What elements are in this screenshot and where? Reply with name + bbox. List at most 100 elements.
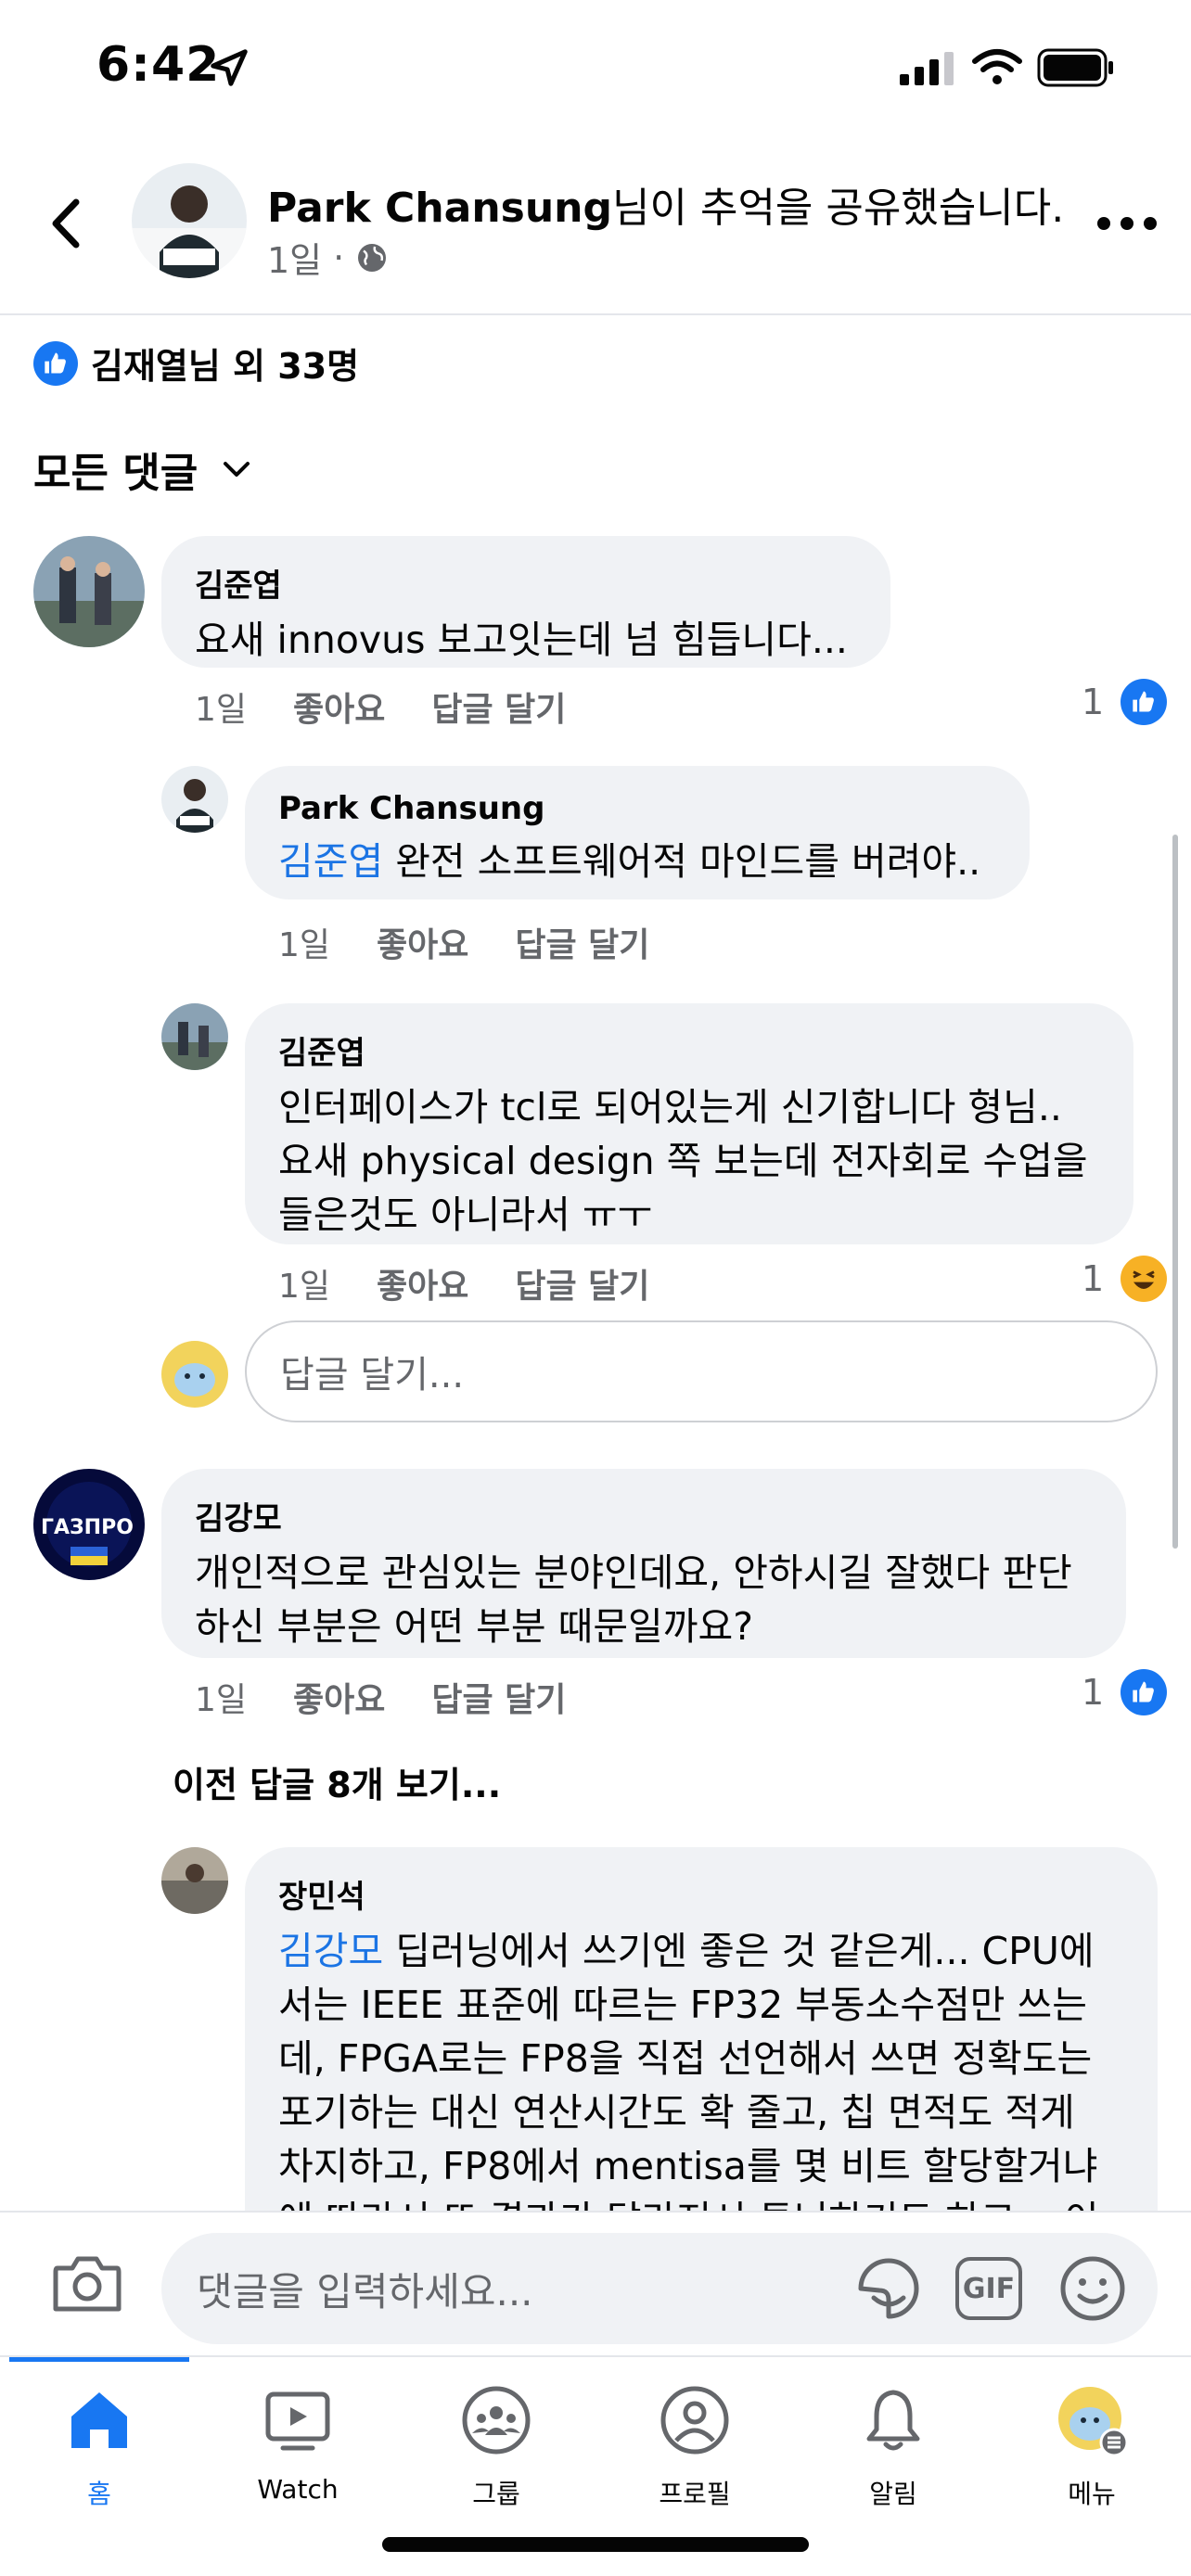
reply-time: 1일 bbox=[278, 926, 331, 964]
wifi-icon bbox=[972, 49, 1022, 84]
tab-label: 홈 bbox=[87, 2479, 111, 2509]
reaction-count-number: 1 bbox=[1082, 1672, 1105, 1713]
sort-label: 모든 댓글 bbox=[33, 450, 198, 497]
my-avatar bbox=[161, 1341, 228, 1408]
tab-notifications[interactable]: 알림 bbox=[794, 2383, 992, 2511]
reply-button[interactable]: 답글 달기 bbox=[515, 918, 649, 966]
replier-avatar[interactable] bbox=[161, 1003, 228, 1070]
reply-input[interactable]: 답글 달기... bbox=[245, 1320, 1158, 1422]
emoji-icon[interactable] bbox=[1057, 2253, 1128, 2324]
status-time: 6:42 bbox=[96, 37, 221, 93]
back-chevron-icon[interactable] bbox=[43, 191, 89, 256]
cellular-signal-icon bbox=[900, 52, 954, 85]
reply-text-body: 딥러닝에서 쓰기엔 좋은 것 같은게... CPU에 bbox=[383, 1929, 1095, 1973]
author-avatar[interactable] bbox=[132, 163, 247, 278]
reply-button[interactable]: 답글 달기 bbox=[515, 1259, 649, 1307]
replier-avatar[interactable] bbox=[161, 766, 228, 833]
reaction-count[interactable]: 1 bbox=[1082, 1256, 1168, 1302]
mention-link[interactable]: 김강모 bbox=[278, 1929, 383, 1973]
like-button[interactable]: 좋아요 bbox=[293, 1673, 385, 1721]
gif-icon[interactable]: GIF bbox=[955, 2257, 1022, 2320]
reply-text-line: 요새 physical design 쪽 보는데 전자회로 수업을 bbox=[278, 1139, 1088, 1183]
reply-text-line: 김강모 딥러닝에서 쓰기엔 좋은 것 같은게... CPU에 bbox=[278, 1924, 1124, 1978]
reactions-summary[interactable]: 김재열님 외 33명 bbox=[33, 338, 359, 389]
watch-icon bbox=[265, 2391, 330, 2451]
comment-actions: 1일 좋아요 답글 달기 bbox=[195, 1673, 612, 1721]
tab-groups[interactable]: 그룹 bbox=[397, 2383, 596, 2511]
sticker-icon[interactable] bbox=[853, 2253, 924, 2324]
reaction-count[interactable]: 1 bbox=[1082, 679, 1168, 725]
svg-text:ГАЗПРО: ГАЗПРО bbox=[41, 1516, 134, 1539]
camera-icon[interactable] bbox=[52, 2253, 122, 2315]
home-indicator[interactable] bbox=[382, 2537, 809, 2552]
comment-time: 1일 bbox=[195, 691, 248, 729]
reply-bubble[interactable]: Park Chansung 김준엽 완전 소프트웨어적 마인드를 버려야.. bbox=[245, 766, 1030, 899]
scrollbar[interactable] bbox=[1172, 835, 1178, 1549]
comment-time: 1일 bbox=[195, 1681, 248, 1719]
reply-author[interactable]: Park Chansung bbox=[278, 790, 996, 827]
more-options-icon[interactable] bbox=[1095, 210, 1159, 237]
globe-icon bbox=[358, 243, 387, 272]
mention-link[interactable]: 김준엽 bbox=[278, 839, 383, 884]
reply-text-body: 완전 소프트웨어적 마인드를 버려야.. bbox=[383, 839, 981, 884]
tab-profile[interactable]: 프로필 bbox=[596, 2383, 794, 2511]
author-name-link[interactable]: Park Chansung bbox=[267, 185, 612, 232]
comment-bubble[interactable]: 김강모 개인적으로 관심있는 분야인데요, 안하시길 잘했다 판단 하신 부분은… bbox=[161, 1469, 1126, 1658]
meta-separator: · bbox=[333, 236, 345, 278]
bell-icon bbox=[866, 2390, 920, 2451]
reply-bubble[interactable]: 김준엽 인터페이스가 tcl로 되어있는게 신기합니다 형님.. 요새 phys… bbox=[245, 1003, 1133, 1244]
comment-author[interactable]: 김강모 bbox=[195, 1493, 1093, 1538]
like-button[interactable]: 좋아요 bbox=[377, 1259, 468, 1307]
replier-avatar[interactable] bbox=[161, 1847, 228, 1914]
comment-text: 요새 innovus 보고잇는데 넘 힘듭니다... bbox=[195, 618, 848, 662]
post-header: Park Chansung님이 추억을 공유했습니다. 1일 · bbox=[0, 139, 1191, 315]
reply-button[interactable]: 답글 달기 bbox=[431, 682, 566, 731]
like-button[interactable]: 좋아요 bbox=[377, 918, 468, 966]
comment-input-placeholder: 댓글을 입력하세요... bbox=[197, 2268, 533, 2315]
reaction-count[interactable]: 1 bbox=[1082, 1669, 1168, 1715]
reply-text-line: 포기하는 대신 연산시간도 확 줄고, 칩 면적도 적게 bbox=[278, 2090, 1075, 2135]
tab-home[interactable]: 홈 bbox=[0, 2383, 198, 2511]
reply-text-line: 서는 IEEE 표준에 따르는 FP32 부동소수점만 쓰는 bbox=[278, 1983, 1088, 2027]
tab-label: Watch bbox=[257, 2474, 339, 2505]
title-suffix: 님이 추억을 공유했습니다. bbox=[612, 185, 1065, 232]
tab-label: 알림 bbox=[869, 2479, 917, 2509]
comment-text-line: 하신 부분은 어떤 부분 때문일까요? bbox=[195, 1604, 753, 1649]
like-icon bbox=[33, 340, 78, 386]
tab-label: 프로필 bbox=[659, 2479, 731, 2509]
haha-icon bbox=[1121, 1256, 1168, 1302]
location-arrow-icon bbox=[211, 49, 248, 86]
view-previous-replies-link[interactable]: 이전 답글 8개 보기... bbox=[173, 1756, 501, 1807]
active-tab-indicator bbox=[9, 2357, 189, 2362]
reply-author[interactable]: 김준엽 bbox=[278, 1027, 1100, 1073]
reply-actions: 1일 좋아요 답글 달기 bbox=[278, 918, 696, 966]
like-button[interactable]: 좋아요 bbox=[293, 682, 385, 731]
reply-actions: 1일 좋아요 답글 달기 bbox=[278, 1259, 696, 1307]
tab-menu[interactable]: 메뉴 bbox=[992, 2383, 1191, 2511]
tab-label: 메뉴 bbox=[1068, 2479, 1116, 2509]
reply-input-placeholder: 답글 달기... bbox=[280, 1354, 465, 1396]
comment-text-line: 개인적으로 관심있는 분야인데요, 안하시길 잘했다 판단 bbox=[195, 1550, 1072, 1595]
reply-text-line: 데, FPGA로는 FP8을 직접 선언해서 쓰면 정확도는 bbox=[278, 2036, 1093, 2081]
reply-button[interactable]: 답글 달기 bbox=[431, 1673, 566, 1721]
tab-label: 그룹 bbox=[472, 2479, 520, 2509]
reaction-count-number: 1 bbox=[1082, 682, 1105, 722]
comment-sort-dropdown[interactable]: 모든 댓글 bbox=[33, 440, 251, 499]
reaction-count-number: 1 bbox=[1082, 1258, 1105, 1299]
chevron-down-icon bbox=[224, 462, 250, 477]
profile-icon bbox=[660, 2386, 729, 2455]
like-icon bbox=[1121, 1669, 1168, 1715]
commenter-avatar[interactable] bbox=[33, 536, 145, 647]
reply-bubble[interactable]: 장민석 김강모 딥러닝에서 쓰기엔 좋은 것 같은게... CPU에 서는 IE… bbox=[245, 1847, 1158, 2274]
tab-watch[interactable]: Watch bbox=[198, 2383, 397, 2505]
like-icon bbox=[1121, 679, 1168, 725]
home-icon bbox=[71, 2392, 127, 2448]
reply-text: 김준엽 완전 소프트웨어적 마인드를 버려야.. bbox=[278, 835, 996, 888]
commenter-avatar[interactable]: ГАЗПРО bbox=[33, 1469, 145, 1580]
status-bar: 6:42 bbox=[0, 0, 1191, 130]
comment-bubble[interactable]: 김준엽 요새 innovus 보고잇는데 넘 힘듭니다... bbox=[161, 536, 890, 668]
reply-author[interactable]: 장민석 bbox=[278, 1871, 1124, 1917]
comment-author[interactable]: 김준엽 bbox=[195, 560, 857, 606]
battery-icon bbox=[1037, 48, 1113, 87]
reply-time: 1일 bbox=[278, 1268, 331, 1306]
